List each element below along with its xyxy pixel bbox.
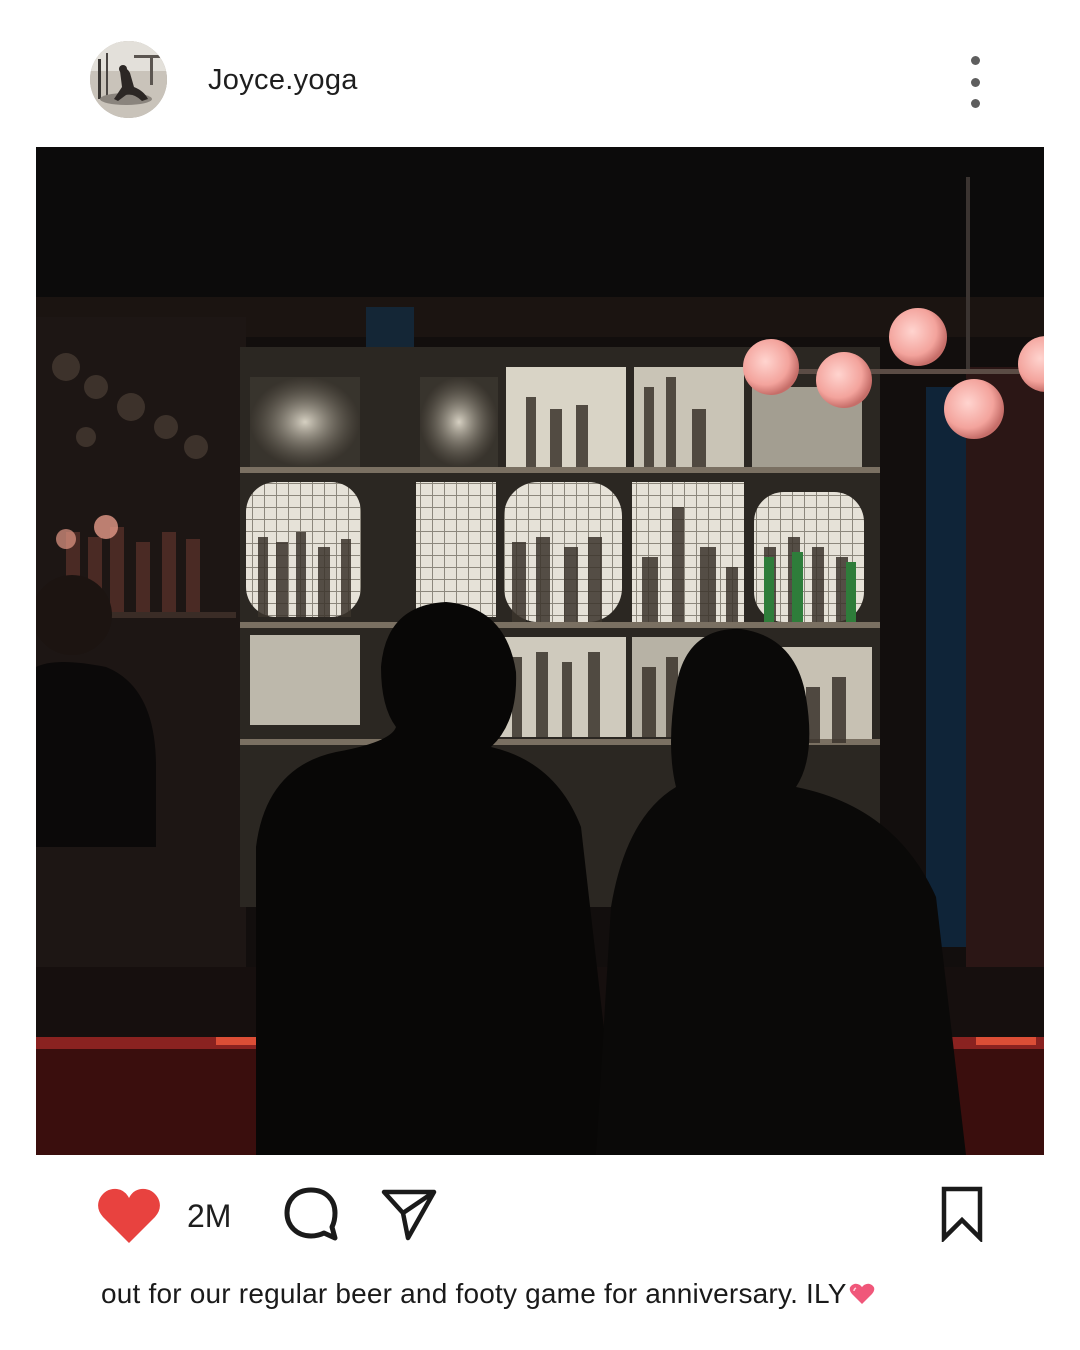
username[interactable]: Joyce.yoga	[208, 64, 358, 97]
more-options-button[interactable]	[956, 52, 996, 112]
post-photo[interactable]	[36, 147, 1044, 1155]
caption-text: out for our regular beer and footy game …	[101, 1278, 847, 1309]
bookmark-icon[interactable]	[940, 1186, 984, 1244]
likes-count[interactable]: 2M	[187, 1198, 231, 1235]
post-header: Joyce.yoga	[0, 0, 1080, 146]
heart-emoji-icon	[849, 1281, 875, 1305]
comment-bubble-icon[interactable]	[282, 1185, 340, 1243]
avatar[interactable]	[90, 41, 167, 118]
post-caption: out for our regular beer and footy game …	[101, 1278, 875, 1310]
menu-dot	[971, 99, 980, 108]
more-vertical-icon	[971, 56, 980, 65]
bar-scene-image	[36, 147, 1044, 1155]
paper-plane-icon[interactable]	[380, 1186, 438, 1242]
avatar-image	[90, 41, 167, 118]
heart-icon[interactable]	[96, 1186, 162, 1246]
menu-dot	[971, 78, 980, 87]
post-actions: 2M	[0, 1160, 1080, 1270]
